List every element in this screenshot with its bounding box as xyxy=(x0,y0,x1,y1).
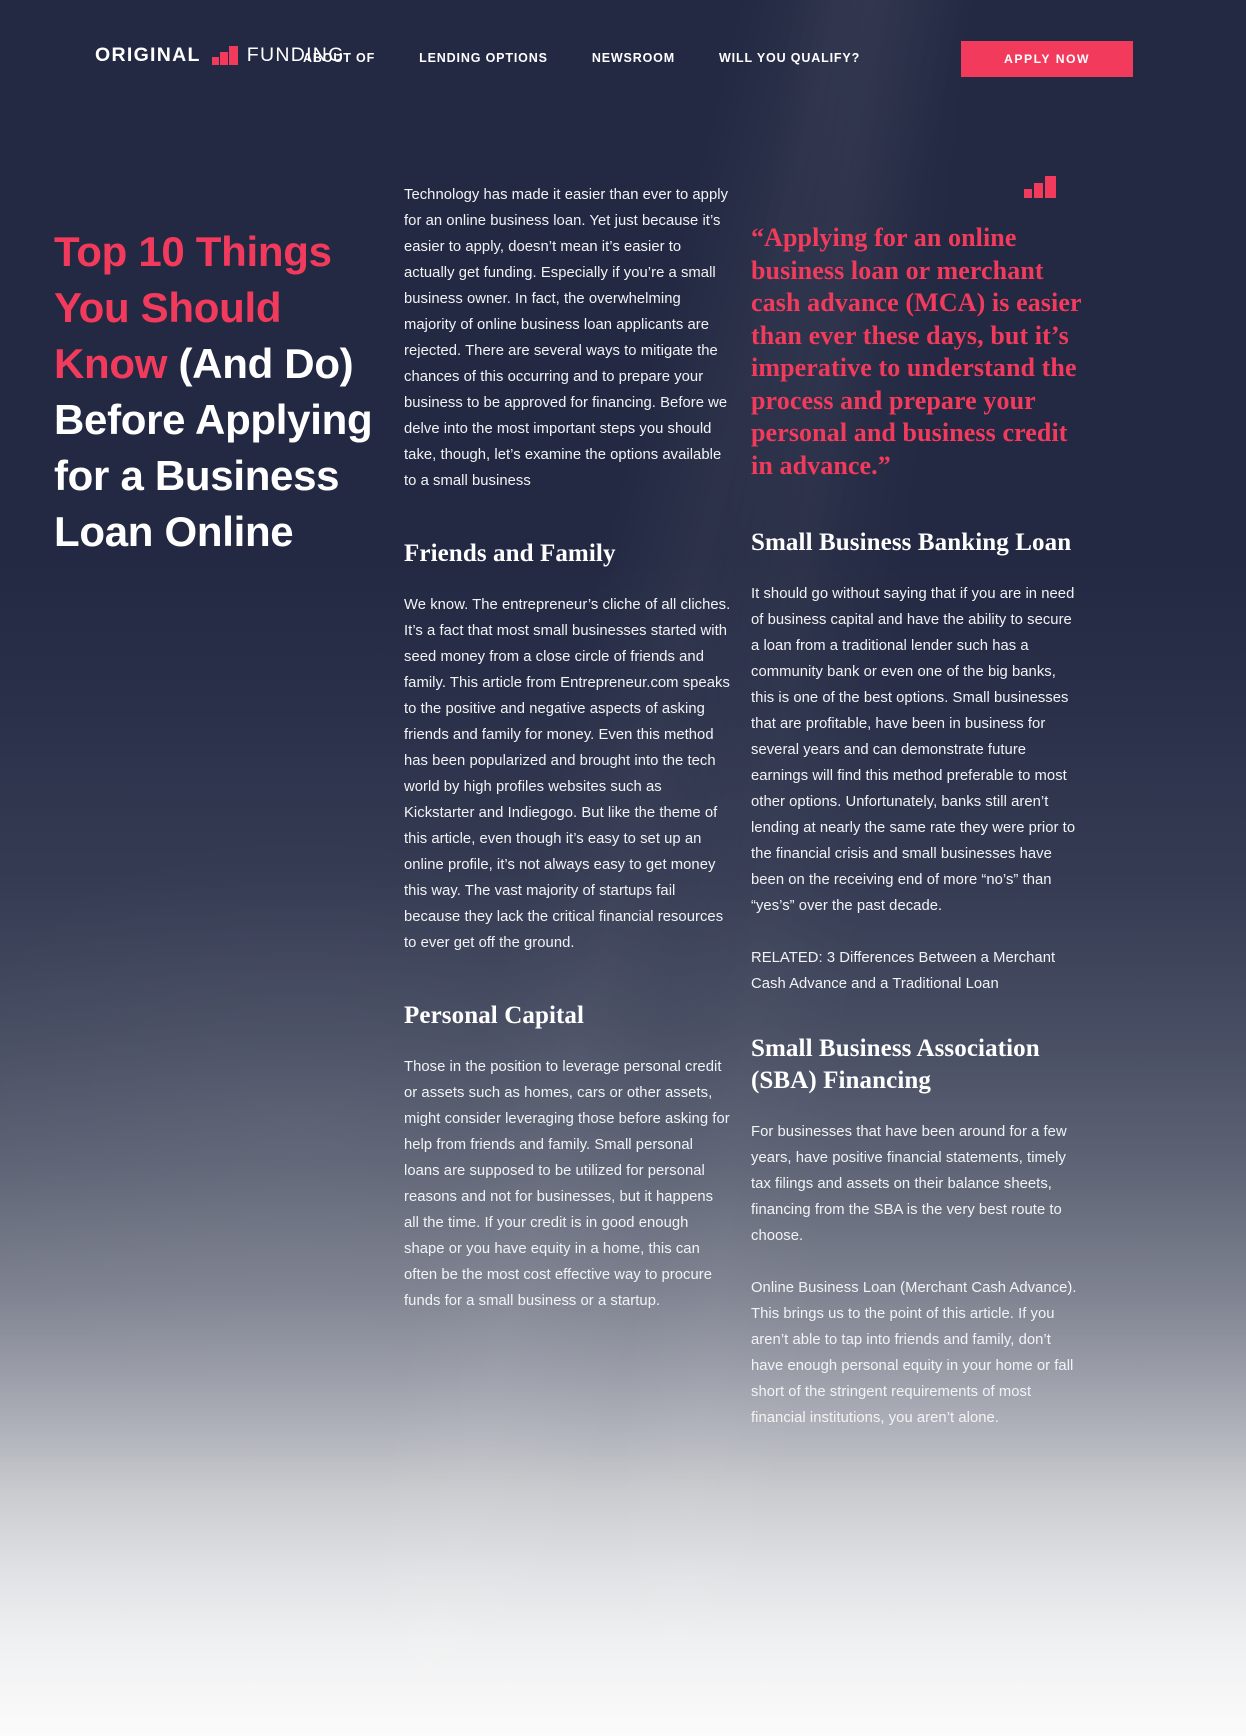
bar-chart-icon xyxy=(211,46,238,65)
section-body-online-business-loan: Online Business Loan (Merchant Cash Adva… xyxy=(751,1280,1077,1426)
article-column-left: Technology has made it easier than ever … xyxy=(404,182,732,1314)
section-heading-friends-and-family: Friends and Family xyxy=(404,540,616,567)
pull-quote: “Applying for an online business loan or… xyxy=(751,223,1082,480)
apply-now-button[interactable]: APPLY NOW xyxy=(961,41,1133,77)
intro-paragraph: Technology has made it easier than ever … xyxy=(404,187,729,489)
section-body-personal-capital: Those in the position to leverage person… xyxy=(404,1059,730,1309)
logo-word-original: ORIGINAL xyxy=(95,44,201,66)
section-body-sba-financing: For businesses that have been around for… xyxy=(751,1124,1067,1244)
nav-item-will-you-qualify[interactable]: WILL YOU QUALIFY? xyxy=(719,51,860,65)
nav-item-about-of[interactable]: ABOUT OF xyxy=(303,51,375,65)
headline-column: Top 10 Things You Should Know (And Do) B… xyxy=(54,224,384,560)
section-body-small-business-banking-loan: It should go without saying that if you … xyxy=(751,586,1076,914)
nav-item-newsroom[interactable]: NEWSROOM xyxy=(592,51,675,65)
related-article-link[interactable]: RELATED: 3 Differences Between a Merchan… xyxy=(751,945,1083,997)
section-heading-small-business-banking-loan: Small Business Banking Loan xyxy=(751,529,1072,556)
page-title: Top 10 Things You Should Know (And Do) B… xyxy=(54,224,384,560)
section-body-friends-and-family: We know. The entrepreneur’s cliche of al… xyxy=(404,597,731,951)
nav-item-lending-options[interactable]: LENDING OPTIONS xyxy=(419,51,548,65)
section-heading-personal-capital: Personal Capital xyxy=(404,1002,585,1029)
article-column-right: “Applying for an online business loan or… xyxy=(751,176,1083,1431)
site-header: ORIGINAL FUNDING ABOUT OF LENDING OPTION… xyxy=(0,0,1246,118)
section-heading-sba-financing: Small Business Association (SBA) Financi… xyxy=(751,1035,1040,1094)
bar-chart-accent-icon xyxy=(1024,176,1056,198)
main-navigation: ABOUT OF LENDING OPTIONS NEWSROOM WILL Y… xyxy=(303,51,904,65)
page-root: ORIGINAL FUNDING ABOUT OF LENDING OPTION… xyxy=(0,0,1246,1736)
